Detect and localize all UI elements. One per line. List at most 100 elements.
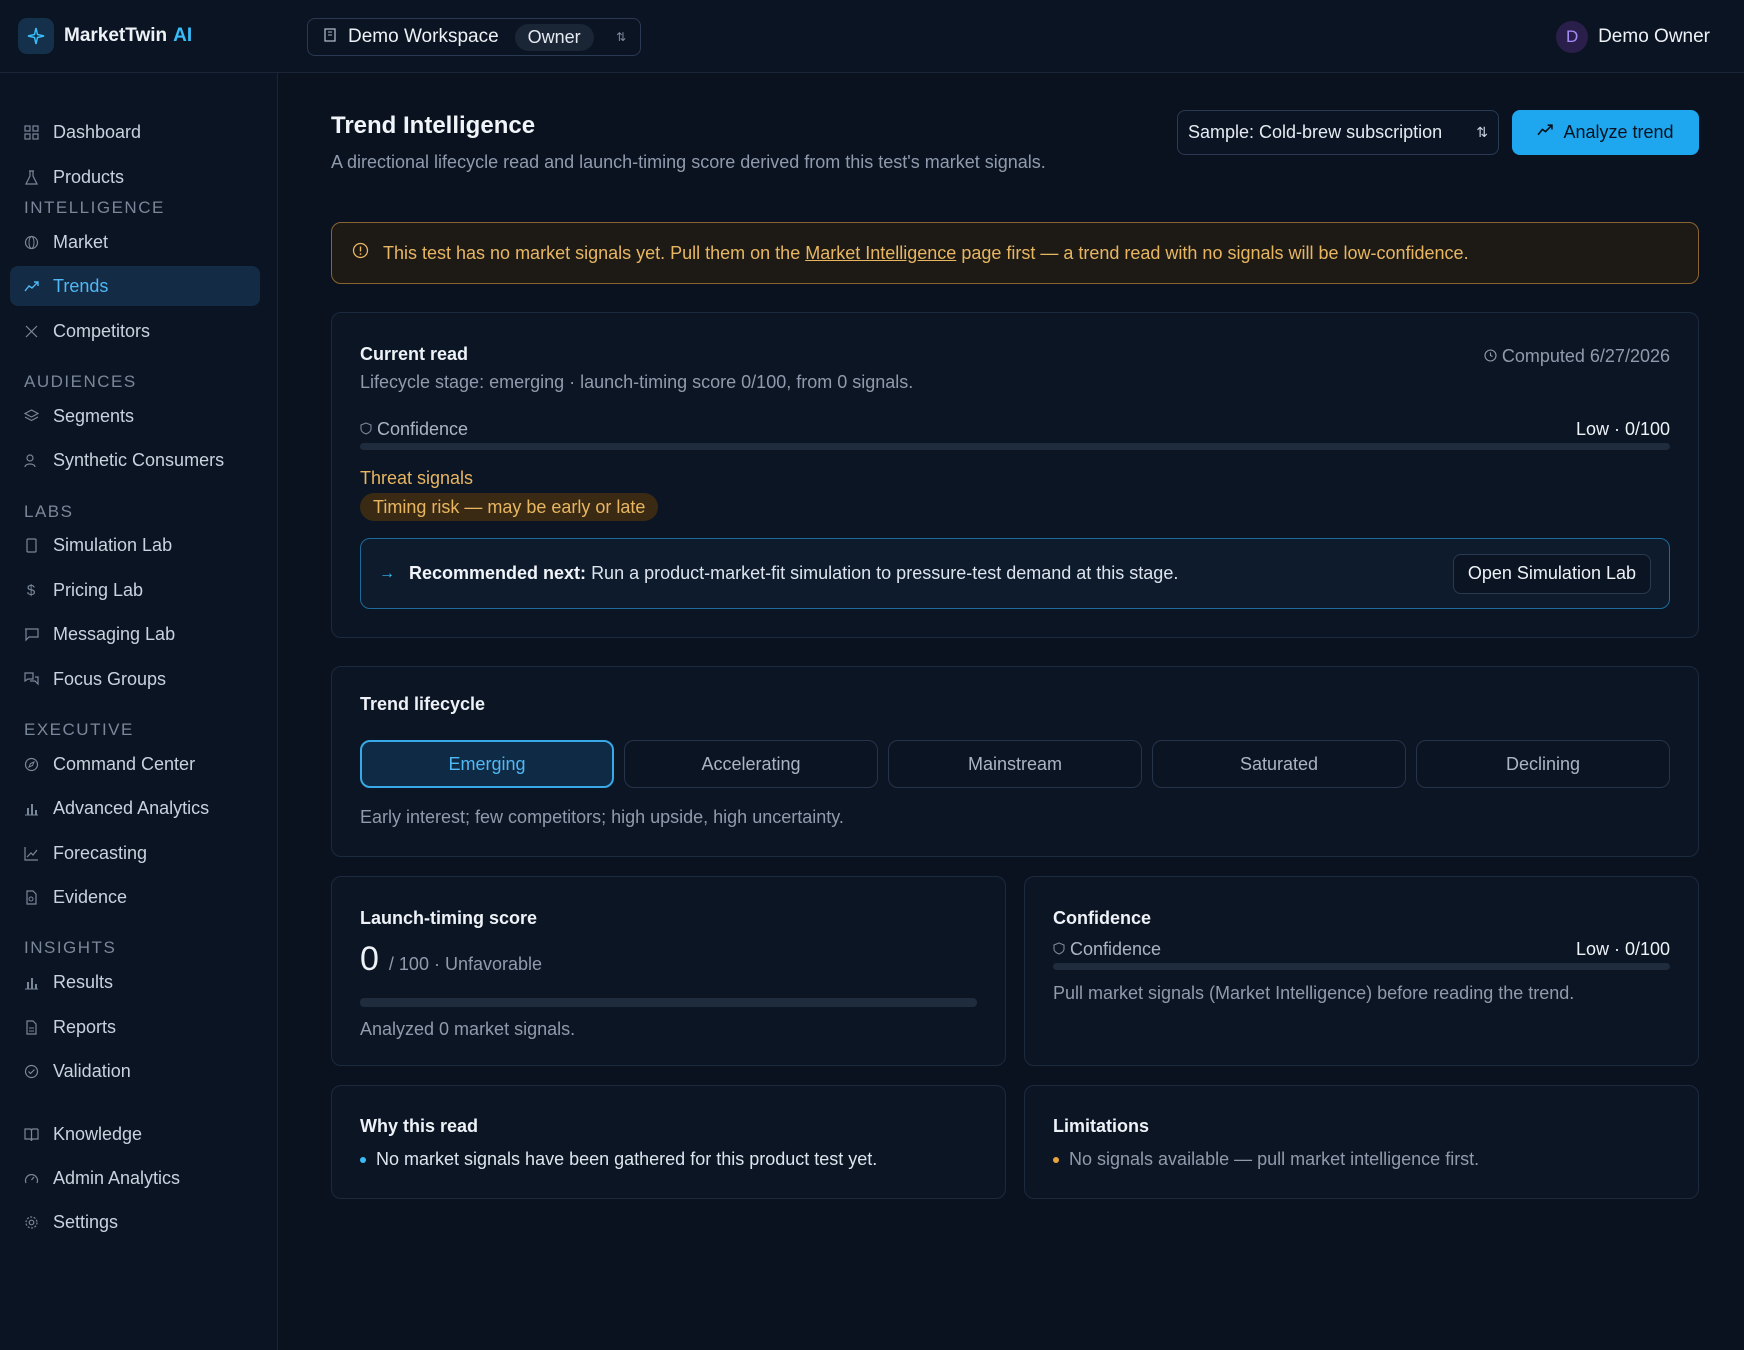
sidebar-item-label: Results <box>53 971 114 992</box>
compass-icon <box>23 756 39 772</box>
stage-declining[interactable]: Declining <box>1416 740 1670 788</box>
sidebar-item-focus-groups[interactable]: Focus Groups <box>10 659 260 699</box>
recommended-next-label: Recommended next: <box>409 563 587 583</box>
building-icon <box>322 27 338 48</box>
launch-timing-title: Launch-timing score <box>360 908 538 928</box>
sidebar-item-admin-analytics[interactable]: Admin Analytics <box>10 1158 260 1198</box>
section-insights: INSIGHTS <box>24 938 117 957</box>
sidebar-item-label: Market <box>53 231 109 252</box>
sidebar-item-segments[interactable]: Segments <box>10 396 260 436</box>
file-icon <box>23 1019 39 1035</box>
sidebar-item-label: Focus Groups <box>53 668 167 689</box>
sidebar-item-reports[interactable]: Reports <box>10 1007 260 1047</box>
gear-icon <box>23 1214 39 1230</box>
why-bullet: No market signals have been gathered for… <box>360 1149 877 1170</box>
bar-chart-icon <box>23 974 39 990</box>
section-executive: EXECUTIVE <box>24 720 134 739</box>
sidebar: Dashboard Products INTELLIGENCE Market T… <box>0 73 278 1350</box>
open-simulation-lab-button[interactable]: Open Simulation Lab <box>1452 553 1651 594</box>
clock-icon <box>1484 346 1497 367</box>
sidebar-item-label: Dashboard <box>53 121 142 142</box>
launch-timing-card: Launch-timing score 0 / 100 · Unfavorabl… <box>331 876 1006 1066</box>
sidebar-item-products[interactable]: Products <box>10 157 260 197</box>
sidebar-item-label: Trends <box>53 275 109 296</box>
sample-select-value: Sample: Cold-brew subscription <box>1188 122 1443 142</box>
current-read-title: Current read <box>360 344 469 364</box>
workspace-switcher[interactable]: Demo Workspace Owner ⇅ <box>307 18 641 56</box>
arrow-right-icon: → <box>379 564 395 582</box>
top-bar: MarketTwin AI Demo Workspace Owner ⇅ D De… <box>0 0 1744 73</box>
sidebar-item-label: Evidence <box>53 886 128 907</box>
shield-icon <box>1053 939 1065 960</box>
stage-emerging[interactable]: Emerging <box>360 740 614 788</box>
limitation-bullet-text: No signals available — pull market intel… <box>1069 1149 1480 1169</box>
limitations-card: Limitations No signals available — pull … <box>1024 1085 1699 1199</box>
sidebar-item-validation[interactable]: Validation <box>10 1051 260 1091</box>
threat-signal-chip: Timing risk — may be early or late <box>360 493 659 521</box>
trend-lifecycle-title: Trend lifecycle <box>360 694 486 714</box>
market-intelligence-link[interactable]: Market Intelligence <box>805 243 956 263</box>
file-search-icon <box>23 889 39 905</box>
users-icon <box>23 452 39 468</box>
analyze-trend-label: Analyze trend <box>1563 122 1674 142</box>
launch-timing-score: 0 <box>360 940 379 978</box>
sidebar-item-label: Synthetic Consumers <box>53 449 225 470</box>
recommended-next-box: → Recommended next: Run a product-market… <box>360 538 1670 609</box>
why-this-read-card: Why this read No market signals have bee… <box>331 1085 1006 1199</box>
alert-circle-icon <box>352 242 369 264</box>
sidebar-item-label: Settings <box>53 1211 119 1232</box>
sidebar-item-label: Reports <box>53 1016 117 1037</box>
sidebar-item-simulation-lab[interactable]: Simulation Lab <box>10 525 260 565</box>
user-menu[interactable]: D Demo Owner <box>1556 21 1710 53</box>
check-circle-icon <box>23 1063 39 1079</box>
chat-icon <box>23 671 39 687</box>
limitations-title: Limitations <box>1053 1116 1150 1136</box>
sidebar-item-trends[interactable]: Trends <box>10 266 260 306</box>
stage-description: Early interest; few competitors; high up… <box>360 807 844 827</box>
sidebar-item-synthetic-consumers[interactable]: Synthetic Consumers <box>10 440 260 480</box>
limitation-bullet: No signals available — pull market intel… <box>1053 1149 1479 1170</box>
stage-saturated[interactable]: Saturated <box>1152 740 1406 788</box>
line-chart-icon <box>23 845 39 861</box>
bullet-dot-icon <box>360 1157 366 1164</box>
sidebar-item-messaging-lab[interactable]: Messaging Lab <box>10 614 260 654</box>
brand-name: MarketTwin AI <box>64 25 193 46</box>
flask-icon <box>23 169 39 185</box>
current-read-summary: Lifecycle stage: emerging · launch-timin… <box>360 372 914 392</box>
page-subtitle: A directional lifecycle read and launch-… <box>331 152 1046 172</box>
warning-text: This test has no market signals yet. Pul… <box>383 243 1469 264</box>
chevron-updown-icon: ⇅ <box>615 30 626 44</box>
confidence-card-title: Confidence <box>1053 908 1152 928</box>
bullet-dot-icon <box>1053 1157 1059 1164</box>
sidebar-item-command-center[interactable]: Command Center <box>10 744 260 784</box>
stage-mainstream[interactable]: Mainstream <box>888 740 1142 788</box>
shield-icon <box>360 419 372 440</box>
layers-icon <box>23 408 39 424</box>
sidebar-item-forecasting[interactable]: Forecasting <box>10 833 260 873</box>
sidebar-item-dashboard[interactable]: Dashboard <box>10 112 260 152</box>
sidebar-item-evidence[interactable]: Evidence <box>10 877 260 917</box>
analyze-trend-button[interactable]: Analyze trend <box>1512 110 1699 155</box>
sidebar-item-results[interactable]: Results <box>10 962 260 1002</box>
bar-chart-icon <box>23 800 39 816</box>
stage-accelerating[interactable]: Accelerating <box>624 740 878 788</box>
section-labs: LABS <box>24 502 74 521</box>
brand[interactable]: MarketTwin AI <box>18 18 192 54</box>
warning-suffix: page first — a trend read with no signal… <box>961 242 1469 263</box>
sidebar-item-label: Simulation Lab <box>53 534 173 555</box>
sample-select[interactable]: Sample: Cold-brew subscription ⇅ <box>1177 110 1499 155</box>
trending-up-icon <box>1537 122 1554 143</box>
confidence-card-label: Confidence <box>1053 939 1161 960</box>
computed-text: Computed 6/27/2026 <box>1501 346 1670 366</box>
confidence-value: Low · 0/100 <box>1575 419 1670 439</box>
sidebar-item-pricing-lab[interactable]: $ Pricing Lab <box>10 570 260 610</box>
swords-icon <box>23 323 39 339</box>
sidebar-item-knowledge[interactable]: Knowledge <box>10 1114 260 1154</box>
sidebar-item-competitors[interactable]: Competitors <box>10 311 260 351</box>
sidebar-item-label: Competitors <box>53 320 151 341</box>
sidebar-item-market[interactable]: Market <box>10 222 260 262</box>
sidebar-item-settings[interactable]: Settings <box>10 1202 260 1242</box>
confidence-label-text: Confidence <box>377 419 469 439</box>
sidebar-item-advanced-analytics[interactable]: Advanced Analytics <box>10 788 260 828</box>
avatar: D <box>1556 21 1589 53</box>
